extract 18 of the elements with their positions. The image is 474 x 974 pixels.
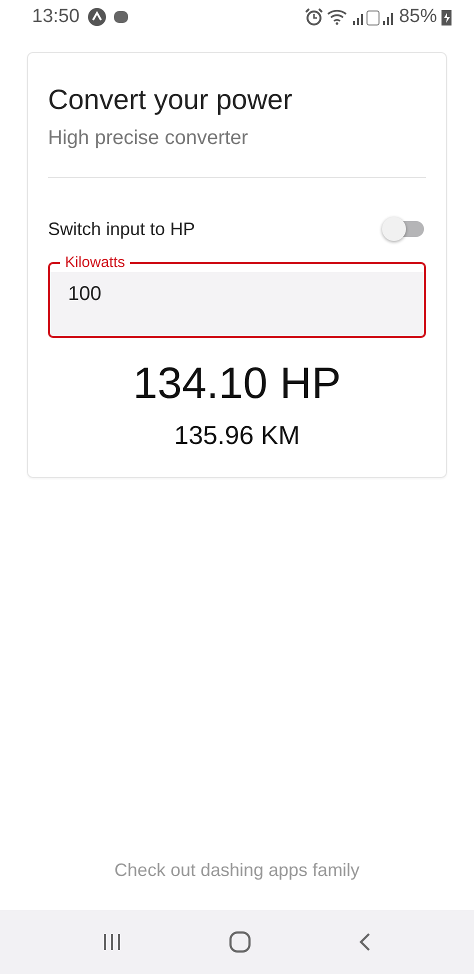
app-icon xyxy=(88,8,106,26)
switch-label: Switch input to HP xyxy=(48,218,196,241)
battery-percent: 85% xyxy=(398,4,437,29)
alarm-icon xyxy=(304,8,323,26)
home-icon[interactable] xyxy=(228,931,251,953)
card-subtitle: High precise converter xyxy=(48,126,250,151)
field-value[interactable]: 100 xyxy=(68,278,406,309)
toggle-switch[interactable] xyxy=(382,217,426,242)
field-label: Kilowatts xyxy=(64,252,126,273)
back-icon[interactable] xyxy=(358,932,372,952)
wifi-icon xyxy=(326,9,349,25)
status-time: 13:50 xyxy=(32,4,80,29)
battery-icon xyxy=(441,8,452,26)
signal-icon xyxy=(352,8,395,26)
secondary-result: 135.96 KM xyxy=(173,418,301,452)
recent-apps-icon[interactable] xyxy=(102,933,122,951)
horsepower-result: 134.10 HP xyxy=(132,360,342,408)
card-title: Convert your power xyxy=(48,83,294,117)
